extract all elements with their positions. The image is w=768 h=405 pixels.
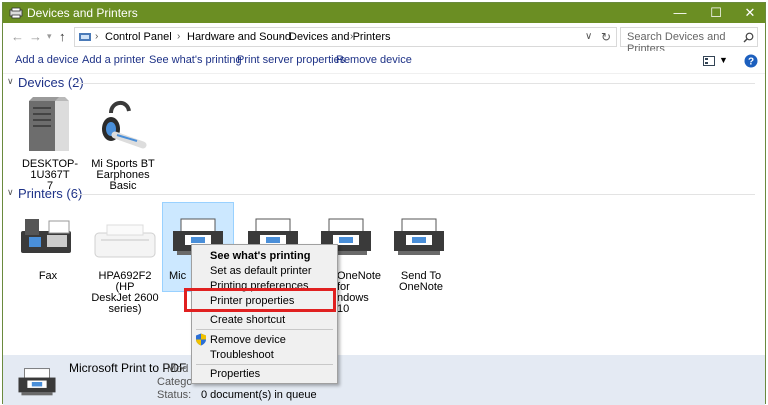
- breadcrumb-separator-icon: ›: [95, 31, 99, 42]
- refresh-icon[interactable]: ↻: [601, 30, 611, 44]
- printer-label-hp-deskjet: HPA692F2 (HP DeskJet 2600 series): [91, 270, 159, 315]
- menu-item-see-whats-printing[interactable]: See what's printing: [210, 250, 310, 262]
- printer-icon: [18, 368, 56, 396]
- add-device-button[interactable]: Add a device: [15, 54, 79, 66]
- devices-collapse-icon[interactable]: ∨: [7, 76, 14, 87]
- bluetooth-headset-icon[interactable]: [97, 99, 147, 151]
- printer-icon[interactable]: [392, 217, 446, 257]
- address-bar: ← → ▾ ↑ › Control Panel › Hardware and S…: [3, 23, 765, 55]
- fax-icon[interactable]: [19, 217, 75, 257]
- printer-label-fax: Fax: [38, 270, 58, 282]
- printer-label-send-to-onenote: Send To OneNote: [398, 270, 444, 293]
- printers-collapse-icon[interactable]: ∨: [7, 187, 14, 198]
- breadcrumb-control-panel[interactable]: Control Panel: [105, 31, 172, 43]
- computer-tower-icon[interactable]: [25, 95, 71, 153]
- uac-shield-icon: [196, 333, 206, 346]
- devices-group-header[interactable]: Devices (2): [18, 75, 84, 90]
- menu-item-set-default-printer[interactable]: Set as default printer: [210, 265, 312, 277]
- breadcrumb-separator-icon: ›: [279, 31, 283, 42]
- recent-dropdown-icon[interactable]: ▾: [47, 31, 52, 42]
- group-divider: [75, 83, 755, 84]
- menu-item-troubleshoot[interactable]: Troubleshoot: [210, 349, 274, 361]
- search-input[interactable]: Search Devices and Printers: [620, 27, 758, 55]
- breadcrumb-separator-icon: ›: [177, 31, 181, 42]
- up-arrow-icon[interactable]: ↑: [59, 29, 66, 44]
- inkjet-printer-icon[interactable]: [93, 223, 157, 259]
- details-status-label: Status:: [157, 389, 192, 401]
- view-dropdown-icon[interactable]: ▼: [719, 55, 728, 65]
- close-button[interactable]: ✕: [733, 3, 767, 23]
- command-bar: Add a device Add a printer See what's pr…: [3, 51, 765, 74]
- window-title: Devices and Printers: [27, 6, 138, 20]
- details-model-label: Mod: [167, 363, 189, 375]
- menu-item-remove-device[interactable]: Remove device: [210, 334, 286, 346]
- devices-and-printers-window: Devices and Printers — ☐ ✕ ← → ▾ ↑ › Con…: [2, 2, 766, 405]
- breadcrumb-separator-icon: ›: [350, 31, 354, 42]
- details-category-label: Catego: [157, 376, 193, 388]
- address-dropdown-icon[interactable]: ∨: [585, 31, 592, 42]
- see-whats-printing-button[interactable]: See what's printing: [149, 54, 242, 66]
- help-icon[interactable]: ?: [744, 54, 758, 68]
- print-server-properties-button[interactable]: Print server properties: [237, 54, 345, 66]
- context-menu: See what's printing Set as default print…: [191, 244, 338, 384]
- minimize-button[interactable]: —: [663, 3, 697, 23]
- menu-item-create-shortcut[interactable]: Create shortcut: [210, 314, 285, 326]
- details-status-value: 0 document(s) in queue: [201, 389, 317, 401]
- menu-item-properties[interactable]: Properties: [210, 368, 260, 380]
- details-pane: Microsoft Print to PDF Mod Catego Status…: [3, 355, 765, 405]
- view-options-icon[interactable]: [703, 56, 715, 66]
- forward-arrow-icon[interactable]: →: [29, 29, 42, 44]
- breadcrumb-hardware-and-sound[interactable]: Hardware and Sound: [187, 31, 291, 43]
- title-bar: Devices and Printers — ☐ ✕: [3, 3, 765, 23]
- menu-separator: [196, 329, 333, 330]
- devices-printers-app-icon: [9, 7, 23, 19]
- printer-label-onenote-w10: OneNote for ndows 10: [337, 270, 382, 315]
- address-box[interactable]: › Control Panel › Hardware and Sound › D…: [74, 27, 617, 47]
- svg-text:?: ?: [748, 57, 754, 68]
- breadcrumb-devices-and-printers[interactable]: Devices and Printers: [289, 31, 391, 43]
- control-panel-icon: [79, 33, 91, 41]
- back-arrow-icon[interactable]: ←: [11, 29, 24, 44]
- maximize-button[interactable]: ☐: [699, 3, 733, 23]
- device-label-headset: Mi Sports BT Earphones Basic: [91, 158, 155, 192]
- menu-separator: [196, 364, 333, 365]
- printers-group-header[interactable]: Printers (6): [18, 186, 82, 201]
- add-printer-button[interactable]: Add a printer: [82, 54, 145, 66]
- group-divider: [75, 194, 755, 195]
- highlight-annotation-box: [184, 288, 336, 312]
- remove-device-button[interactable]: Remove device: [336, 54, 412, 66]
- search-icon[interactable]: [743, 32, 754, 43]
